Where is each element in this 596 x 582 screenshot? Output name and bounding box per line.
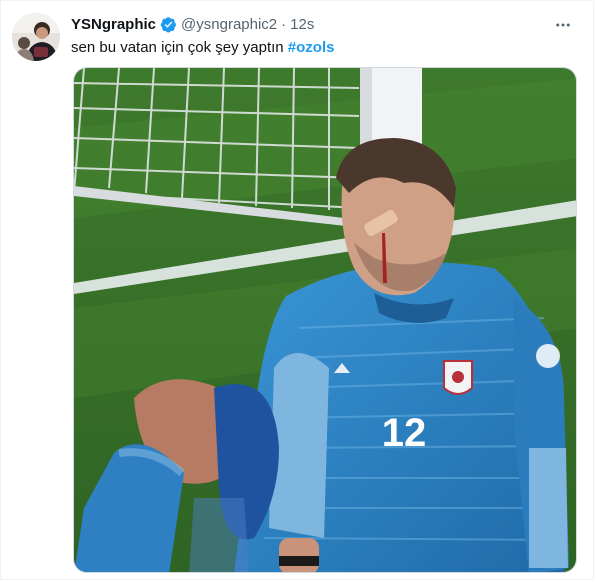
tweet-header: YSNgraphic @ysngraphic2 · 12s (71, 14, 314, 34)
display-name[interactable]: YSNgraphic (71, 16, 156, 33)
goalkeeper-photo: 12 (74, 68, 576, 572)
hashtag-link[interactable]: #ozols (288, 39, 335, 56)
tweet-text: sen bu vatan için çok şey yaptın #ozols (71, 38, 334, 58)
timestamp[interactable]: 12s (290, 16, 314, 33)
tweet-card[interactable]: YSNgraphic @ysngraphic2 · 12s sen bu vat… (0, 0, 594, 580)
user-handle[interactable]: @ysngraphic2 (181, 16, 277, 33)
more-options-icon[interactable] (553, 15, 573, 35)
user-avatar[interactable] (12, 13, 60, 61)
separator-dot: · (281, 15, 287, 33)
verified-icon (160, 16, 177, 33)
tweet-text-body: sen bu vatan için çok şey yaptın (71, 39, 288, 56)
avatar-image (12, 13, 60, 61)
tweet-media[interactable]: 12 (73, 67, 577, 573)
jersey-number: 12 (382, 411, 427, 455)
